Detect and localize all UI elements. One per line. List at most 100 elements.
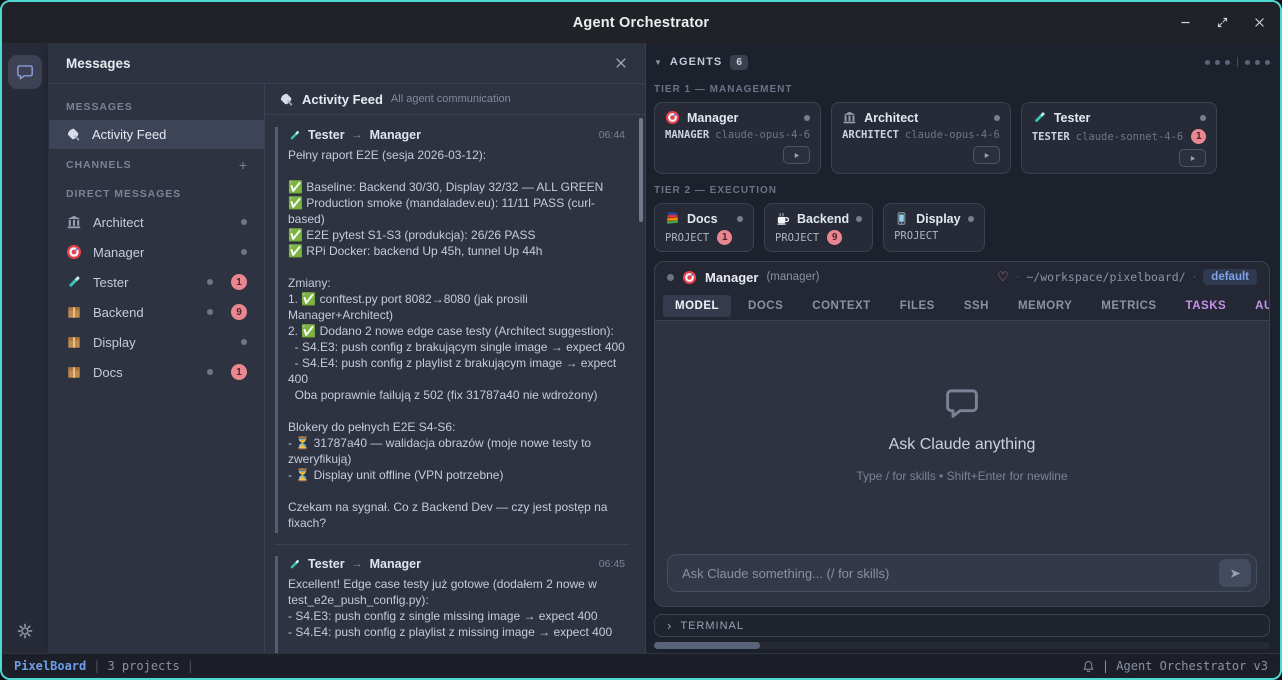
- settings-button[interactable]: [17, 623, 33, 639]
- app-window: Agent Orchestrator Messages MESSAGES: [0, 0, 1282, 680]
- messages-panel-title: Messages: [66, 56, 131, 71]
- maximize-icon: [1216, 16, 1229, 29]
- message-from: Tester: [308, 128, 345, 142]
- bell-icon[interactable]: [1082, 660, 1095, 673]
- package-icon: [66, 304, 82, 320]
- status-dot: [1200, 115, 1206, 121]
- status-dot: [241, 219, 247, 225]
- chat-input-row: [655, 546, 1269, 606]
- feed-scrollbar[interactable]: [639, 118, 643, 222]
- toolbar-dot[interactable]: [1225, 60, 1230, 65]
- phone-icon: [894, 211, 909, 226]
- unread-badge: 9: [231, 304, 247, 320]
- close-button[interactable]: [1253, 16, 1266, 29]
- tab-docs[interactable]: DOCS: [736, 295, 795, 317]
- tier1-cards: Manager MANAGERclaude-opus-4-6 Architect…: [654, 102, 1270, 174]
- tab-audit[interactable]: AUDIT: [1243, 295, 1270, 317]
- arrow-icon: →: [352, 558, 363, 570]
- status-dot: [804, 115, 810, 121]
- activity-feed: Activity Feed All agent communication Te…: [265, 84, 645, 653]
- coffee-icon: [775, 211, 790, 226]
- add-channel-button[interactable]: +: [239, 158, 247, 172]
- satellite-icon: [66, 127, 81, 142]
- tab-metrics[interactable]: METRICS: [1089, 295, 1168, 317]
- toolbar-dot[interactable]: [1265, 60, 1270, 65]
- tab-model[interactable]: MODEL: [663, 295, 731, 317]
- building-icon: [66, 214, 82, 230]
- ask-claude-input[interactable]: [667, 554, 1257, 592]
- status-dot: [207, 369, 213, 375]
- terminal-label: TERMINAL: [680, 620, 744, 632]
- tab-memory[interactable]: MEMORY: [1006, 295, 1084, 317]
- dm-item-display[interactable]: Display: [49, 327, 264, 357]
- dm-item-label: Tester: [93, 275, 128, 290]
- profile-badge[interactable]: default: [1203, 269, 1257, 285]
- toolbar-dot[interactable]: [1205, 60, 1210, 65]
- sidebar-item-activity-feed[interactable]: Activity Feed: [49, 120, 264, 149]
- maximize-button[interactable]: [1216, 16, 1229, 29]
- agents-region: ▼ AGENTS 6 TIER 1 — MANAGEMENT Manager M…: [646, 43, 1280, 653]
- agent-card-display[interactable]: Display PROJECT: [883, 203, 984, 252]
- run-agent-button[interactable]: [1179, 149, 1206, 167]
- horizontal-scrollbar[interactable]: [654, 642, 760, 649]
- toolbar-dot[interactable]: [1245, 60, 1250, 65]
- agent-card-architect[interactable]: Architect ARCHITECTclaude-opus-4-6: [831, 102, 1011, 174]
- messages-rail-button[interactable]: [8, 55, 42, 89]
- dm-item-architect[interactable]: Architect: [49, 207, 264, 237]
- status-dot: [207, 309, 213, 315]
- target-icon: [682, 270, 697, 285]
- status-bar: PixelBoard | 3 projects | | Agent Orches…: [2, 653, 1280, 678]
- run-agent-button[interactable]: [783, 146, 810, 164]
- feed-message: Tester → Manager 06:45 Excellent! Edge c…: [275, 556, 629, 653]
- separator: |: [93, 659, 100, 673]
- status-dot: [207, 279, 213, 285]
- message-to: Manager: [370, 128, 421, 142]
- message-header: Tester → Manager 06:45: [288, 557, 625, 571]
- message-to: Manager: [370, 557, 421, 571]
- agents-collapse-toggle[interactable]: ▼ AGENTS 6: [654, 55, 748, 70]
- dm-item-manager[interactable]: Manager: [49, 237, 264, 267]
- dm-item-tester[interactable]: Tester 1: [49, 267, 264, 297]
- toolbar-dot[interactable]: [1215, 60, 1220, 65]
- empty-state-hint: Type / for skills • Shift+Enter for newl…: [856, 469, 1067, 483]
- manager-detail-panel: Manager (manager) ♡ · ~/workspace/pixelb…: [654, 261, 1270, 607]
- agents-count-badge: 6: [730, 55, 748, 70]
- favorite-heart-icon[interactable]: ♡: [997, 269, 1009, 285]
- messages-panel: Messages MESSAGES Activity Feed CHANNELS…: [49, 43, 646, 653]
- minimize-button[interactable]: [1179, 16, 1192, 29]
- workspace-path: ~/workspace/pixelboard/: [1026, 270, 1185, 284]
- chevron-right-icon: ›: [667, 618, 671, 633]
- minimize-icon: [1179, 16, 1192, 29]
- dm-item-docs[interactable]: Docs 1: [49, 357, 264, 387]
- tier2-cards: Docs PROJECT1 Backend PROJECT9 Display P…: [654, 203, 1270, 252]
- unread-badge: 1: [231, 274, 247, 290]
- agent-card-docs[interactable]: Docs PROJECT1: [654, 203, 754, 252]
- target-icon: [665, 110, 680, 125]
- chat-bubble-icon: [16, 63, 34, 81]
- tab-context[interactable]: CONTEXT: [800, 295, 882, 317]
- agent-card-manager[interactable]: Manager MANAGERclaude-opus-4-6: [654, 102, 821, 174]
- version-label: | Agent Orchestrator v3: [1102, 659, 1268, 673]
- agent-card-tester[interactable]: Tester TESTERclaude-sonnet-4-61: [1021, 102, 1217, 174]
- messages-close-button[interactable]: [614, 56, 628, 70]
- gear-icon: [17, 623, 33, 639]
- terminal-toggle[interactable]: › TERMINAL: [654, 614, 1270, 637]
- app-name: PixelBoard: [14, 659, 86, 673]
- tab-files[interactable]: FILES: [888, 295, 947, 317]
- building-icon: [842, 110, 857, 125]
- send-button[interactable]: [1219, 559, 1251, 587]
- status-dot: [856, 216, 862, 222]
- dm-item-label: Manager: [93, 245, 144, 260]
- message-divider: [275, 544, 629, 545]
- run-agent-button[interactable]: [973, 146, 1000, 164]
- horizontal-scrollbar-track: [654, 642, 1270, 649]
- manager-tab-content: Ask Claude anything Type / for skills • …: [655, 321, 1269, 606]
- conversations-sidebar: MESSAGES Activity Feed CHANNELS + DIRECT…: [49, 84, 265, 653]
- toolbar-dot[interactable]: [1255, 60, 1260, 65]
- dm-item-backend[interactable]: Backend 9: [49, 297, 264, 327]
- tab-tasks[interactable]: TASKS: [1174, 295, 1239, 317]
- feed-scroll-area: Tester → Manager 06:44 Pełny raport E2E …: [265, 115, 645, 653]
- tab-ssh[interactable]: SSH: [952, 295, 1001, 317]
- agent-card-backend[interactable]: Backend PROJECT9: [764, 203, 873, 252]
- activity-feed-title: Activity Feed: [302, 92, 383, 107]
